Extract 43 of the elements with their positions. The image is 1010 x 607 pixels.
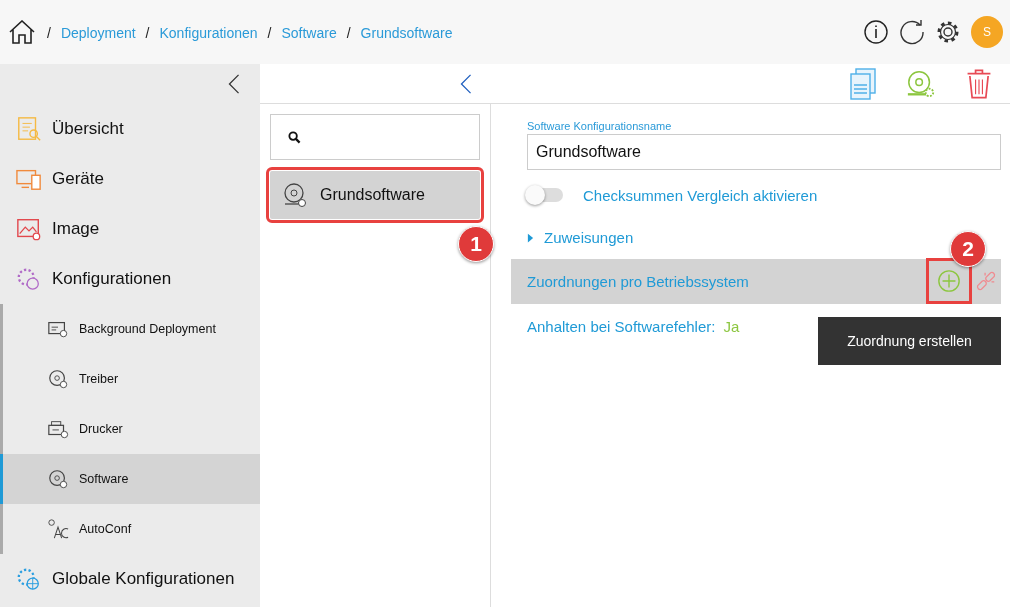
bar-title: Zuordnungen pro Betriebssystem	[527, 272, 749, 290]
info-icon[interactable]	[863, 19, 889, 45]
disc-gear-icon	[47, 368, 69, 390]
disc-gear-icon	[282, 182, 308, 208]
documents-icon[interactable]	[848, 67, 878, 100]
sidebar-item[interactable]: Image	[0, 204, 260, 254]
sidebar-item[interactable]: Übersicht	[0, 104, 260, 154]
breadcrumb-separator: /	[145, 24, 150, 41]
search-icon	[288, 130, 301, 144]
printer-icon	[47, 418, 69, 440]
document-search-icon	[16, 116, 42, 142]
sidebar-subitem[interactable]: Drucker	[0, 404, 260, 454]
caret-icon	[527, 232, 534, 243]
sidebar-item[interactable]: Geräte	[0, 154, 260, 204]
chevron-left-icon[interactable]	[228, 74, 240, 94]
home-icon[interactable]	[9, 20, 35, 44]
disc-gear-icon	[47, 468, 69, 490]
gear-letters-icon	[47, 518, 69, 540]
search-field[interactable]	[270, 114, 480, 160]
breadcrumb-separator: /	[267, 24, 272, 41]
breadcrumb-separator: /	[346, 24, 351, 41]
refresh-icon[interactable]	[899, 19, 925, 45]
image-icon	[16, 216, 42, 242]
name-input-field[interactable]: Grundsoftware	[527, 134, 1001, 170]
gears-icon	[16, 266, 42, 292]
sidebar-item[interactable]: Globale Konfigurationen	[0, 554, 260, 604]
halt-label: Anhalten bei Softwarefehler:	[527, 317, 716, 335]
breadcrumb-separator: /	[47, 24, 51, 41]
chevron-left-icon[interactable]	[460, 73, 472, 94]
callout-badge: 1	[458, 226, 494, 262]
sidebar-subitem[interactable]: Treiber	[0, 354, 260, 404]
toggle-switch[interactable]	[527, 188, 563, 202]
sidebar-item[interactable]: Konfigurationen	[0, 254, 260, 304]
callout-badge: 2	[950, 231, 986, 267]
globe-gear-icon	[16, 566, 42, 592]
sidebar-subitem[interactable]: AutoConf	[0, 504, 260, 554]
tooltip: Zuordnung erstellen	[818, 317, 1001, 365]
settings-icon[interactable]	[935, 19, 961, 45]
sidebar-subitem[interactable]: Background Deployment	[0, 304, 260, 354]
halt-value: Ja	[723, 317, 740, 335]
sidebar-subitem[interactable]: Software	[0, 454, 260, 504]
toggle-label: Checksummen Vergleich aktivieren	[583, 186, 818, 204]
field-label: Software Konfigurationsname	[527, 120, 673, 132]
